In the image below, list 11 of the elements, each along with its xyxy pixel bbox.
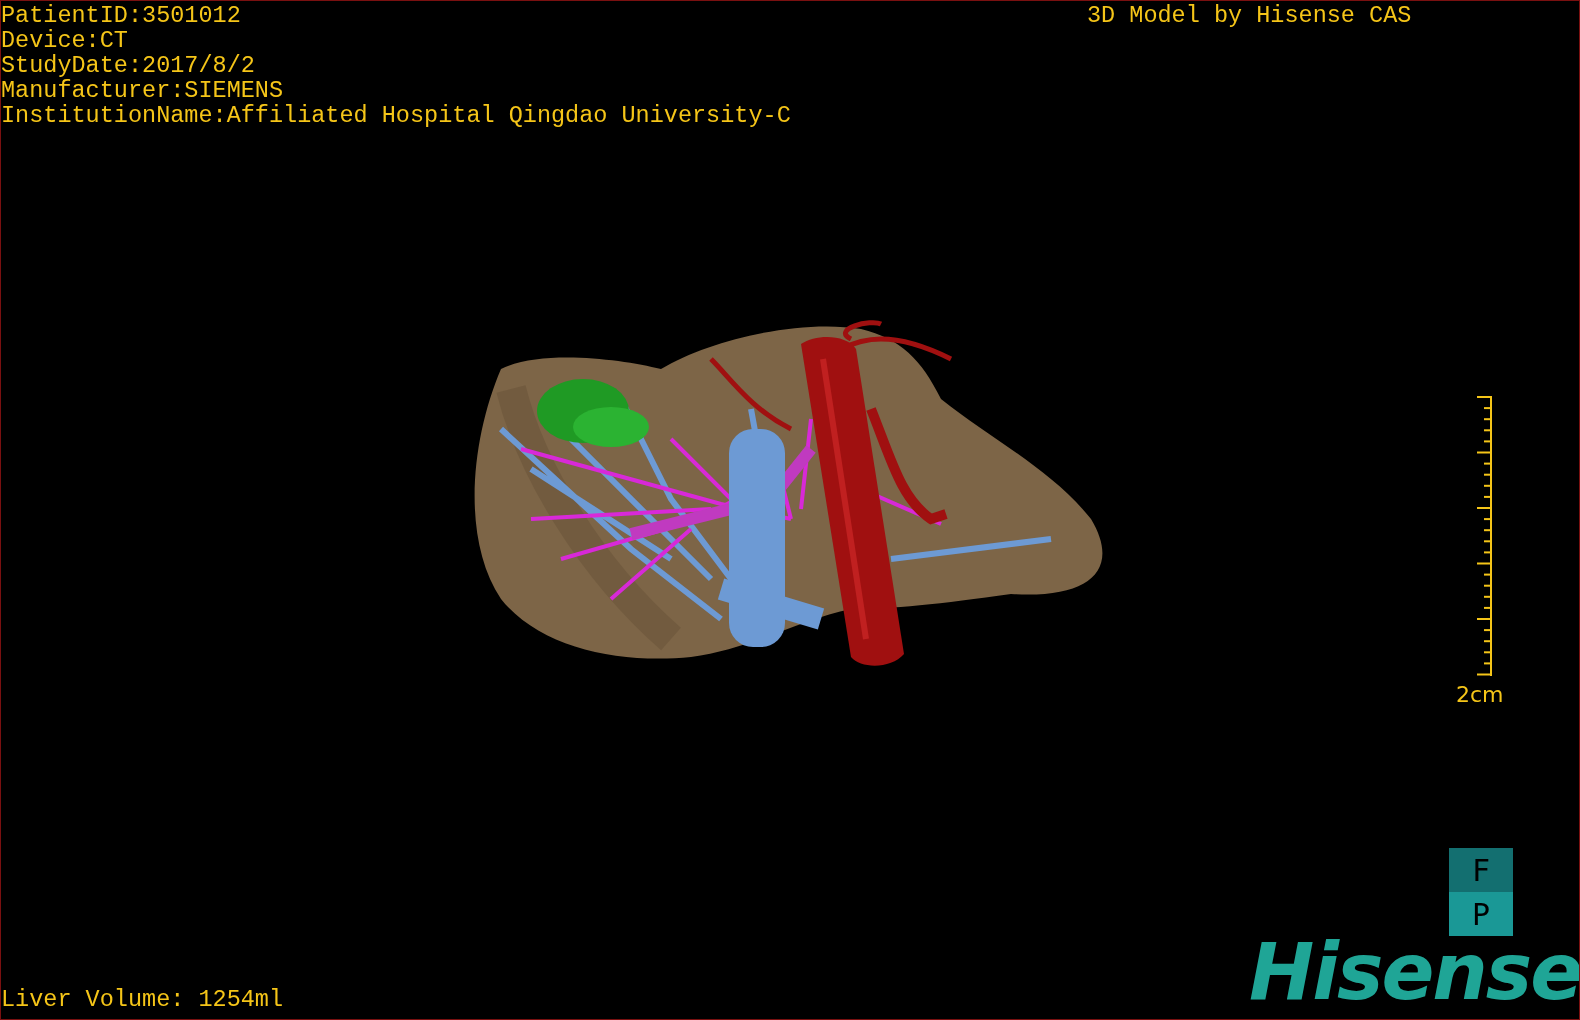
patient-info-line: Manufacturer:SIEMENS (1, 78, 285, 103)
model-credit: 3D Model by Hisense CAS (1087, 3, 1412, 28)
liver-volume: Liver Volume: 1254ml (1, 987, 284, 1012)
patient-info-line: StudyDate:2017/8/2 (1, 53, 256, 78)
brand-logo: Hisense (1249, 936, 1579, 1008)
orientation-marker: P (1449, 892, 1513, 936)
patient-info-line: InstitutionName:Affiliated Hospital Qingdao University-C (1, 103, 791, 128)
orientation-marker: F (1449, 848, 1513, 892)
patient-info-line: PatientID:3501012 (1, 3, 242, 28)
scale-label: 2cm (1456, 683, 1504, 707)
patient-info-line: Device:CT (1, 28, 129, 53)
